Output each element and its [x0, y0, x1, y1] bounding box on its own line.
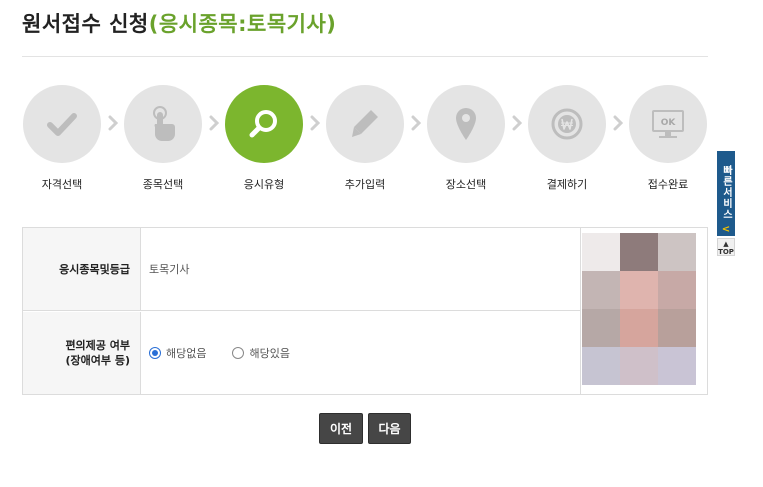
- accommodation-label-line2: (장애여부 등): [65, 354, 130, 367]
- step-payment: 결제하기: [527, 85, 607, 192]
- step-label: 자격선택: [41, 178, 83, 191]
- radio-checked-indicator[interactable]: [149, 347, 161, 359]
- magnifier-icon: [225, 85, 303, 163]
- photo-mosaic-cell: [620, 347, 658, 385]
- photo-mosaic-cell: [658, 233, 696, 271]
- step-label: 종목선택: [142, 178, 184, 191]
- photo-mosaic-cell: [658, 271, 696, 309]
- form-row-exam: 응시종목및등급 토목기사: [23, 228, 580, 311]
- monitor-ok-icon: OK: [629, 85, 707, 163]
- step-complete: OK 접수완료: [628, 85, 708, 192]
- next-button[interactable]: 다음: [368, 413, 411, 444]
- check-icon: [23, 85, 101, 163]
- photo-mosaic-cell: [582, 347, 620, 385]
- application-form-table: 응시종목및등급 토목기사 편의제공 여부 (장애여부 등) 해당없음 해당있음: [22, 227, 581, 395]
- step-subject: 종목선택: [123, 85, 203, 192]
- progress-steps: 자격선택 종목선택 응시유형 추가입력 장소선택 결제하기 OK 접수완료: [22, 85, 708, 195]
- photo-mosaic-cell: [620, 233, 658, 271]
- photo-mosaic-cell: [658, 347, 696, 385]
- page-title-main: 원서접수 신청: [22, 12, 149, 36]
- step-label: 장소선택: [445, 178, 487, 191]
- photo-mosaic-cell: [620, 271, 658, 309]
- exam-value-text: 토목기사: [149, 263, 190, 276]
- collapse-arrow-icon[interactable]: <: [717, 222, 735, 236]
- radio-unchecked-indicator[interactable]: [232, 347, 245, 359]
- photo-mosaic-cell: [620, 309, 658, 347]
- radio-option-label: 해당있음: [249, 347, 290, 360]
- photo-mosaic-cell: [582, 309, 620, 347]
- won-coin-icon: [528, 85, 606, 163]
- applicant-photo: [581, 227, 708, 395]
- photo-mosaic: [582, 233, 696, 385]
- form-row-accommodation: 편의제공 여부 (장애여부 등) 해당없음 해당있음: [23, 312, 580, 394]
- radio-option-label: 해당없음: [166, 347, 207, 360]
- hand-pointer-icon: [124, 85, 202, 163]
- photo-mosaic-cell: [582, 233, 620, 271]
- title-divider: [22, 56, 708, 57]
- accommodation-label-line1: 편의제공 여부: [65, 339, 130, 352]
- exam-label-text: 응시종목및등급: [59, 262, 130, 276]
- step-exam-type: 응시유형: [224, 85, 304, 192]
- chevron-right-icon: [613, 115, 624, 131]
- scroll-top-button[interactable]: ▲ TOP: [717, 238, 735, 256]
- radio-option-applicable[interactable]: 해당있음: [232, 345, 290, 361]
- chevron-right-icon: [209, 115, 220, 131]
- step-additional-input: 추가입력: [325, 85, 405, 192]
- exam-field-value: 토목기사: [141, 228, 580, 310]
- map-pin-icon: [427, 85, 505, 163]
- pencil-icon: [326, 85, 404, 163]
- page-title-exam: (응시종목:토목기사): [148, 12, 337, 36]
- quick-service-label: 빠른서비스: [720, 165, 732, 220]
- chevron-right-icon: [108, 115, 119, 131]
- top-button-label: TOP: [718, 248, 734, 256]
- step-qualification: 자격선택: [22, 85, 102, 192]
- step-label: 결제하기: [546, 178, 588, 191]
- photo-mosaic-cell: [658, 309, 696, 347]
- radio-option-none[interactable]: 해당없음: [149, 345, 206, 361]
- step-label: 추가입력: [344, 178, 386, 191]
- step-label: 접수완료: [647, 178, 689, 191]
- page-title: 원서접수 신청(응시종목:토목기사): [22, 8, 336, 38]
- chevron-right-icon: [310, 115, 321, 131]
- step-location: 장소선택: [426, 85, 506, 192]
- prev-button[interactable]: 이전: [319, 413, 363, 444]
- exam-field-label: 응시종목및등급: [23, 228, 141, 310]
- chevron-right-icon: [512, 115, 523, 131]
- monitor-ok-text: OK: [661, 118, 677, 128]
- collapse-arrow-glyph: <: [721, 223, 731, 235]
- accommodation-field-label: 편의제공 여부 (장애여부 등): [23, 312, 141, 394]
- step-label: 응시유형: [243, 178, 285, 191]
- photo-mosaic-cell: [582, 271, 620, 309]
- chevron-right-icon: [411, 115, 422, 131]
- accommodation-options: 해당없음 해당있음: [141, 312, 580, 394]
